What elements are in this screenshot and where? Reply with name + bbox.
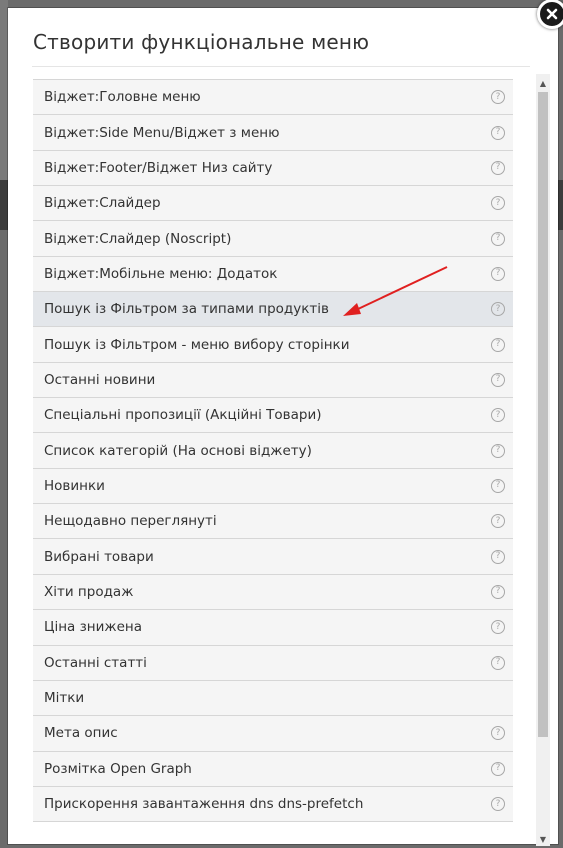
menu-type-item[interactable]: Список категорій (На основі віджету)?	[33, 433, 513, 469]
help-question-icon[interactable]: ?	[491, 584, 505, 599]
help-question-icon[interactable]: ?	[491, 337, 505, 352]
backdrop-left-panel	[0, 0, 8, 180]
create-menu-modal: Створити функціональне меню Віджет:Голов…	[8, 0, 563, 846]
menu-type-label: Останні статті	[44, 654, 147, 671]
scroll-down-arrow-icon[interactable]: ▼	[536, 832, 550, 846]
menu-type-label: Нещодавно переглянуті	[44, 513, 217, 530]
menu-type-label: Останні новини	[44, 371, 156, 388]
help-question-icon[interactable]: ?	[491, 478, 505, 493]
menu-type-label: Віджет:Слайдер (Noscript)	[44, 230, 232, 247]
help-question-icon[interactable]: ?	[491, 549, 505, 564]
backdrop-left-strip	[0, 180, 8, 230]
help-question-icon[interactable]: ?	[491, 655, 505, 670]
menu-type-label: Спеціальні пропозиції (Акційні Товари)	[44, 407, 322, 424]
scroll-up-arrow-icon[interactable]: ▲	[536, 76, 550, 90]
menu-type-label: Розмітка Open Graph	[44, 760, 192, 777]
help-question-icon[interactable]: ?	[491, 160, 505, 175]
menu-type-label: Список категорій (На основі віджету)	[44, 442, 312, 459]
menu-type-label: Віджет:Side Menu/Віджет з меню	[44, 124, 280, 141]
menu-type-label: Віджет:Мобільне меню: Додаток	[44, 265, 278, 282]
help-question-icon[interactable]: ?	[491, 266, 505, 281]
menu-type-item[interactable]: Пошук із Фільтром - меню вибору сторінки…	[33, 327, 513, 363]
help-question-icon[interactable]: ?	[491, 797, 505, 812]
menu-type-item[interactable]: Вибрані товари?	[33, 539, 513, 575]
menu-type-label: Віджет:Головне меню	[44, 89, 201, 106]
menu-type-item[interactable]: Розмітка Open Graph?	[33, 751, 513, 787]
menu-type-item[interactable]: Останні статті?	[33, 645, 513, 681]
menu-type-label: Пошук із Фільтром за типами продуктів	[44, 301, 329, 318]
menu-type-item[interactable]: Віджет:Мобільне меню: Додаток?	[33, 256, 513, 293]
help-question-icon[interactable]: ?	[491, 620, 505, 635]
menu-type-item[interactable]: Спеціальні пропозиції (Акційні Товари)?	[33, 398, 513, 434]
menu-type-label: Ціна знижена	[44, 619, 142, 636]
menu-type-item[interactable]: Хіти продаж?	[33, 574, 513, 611]
list-scrollbar[interactable]: ▲ ▼	[536, 74, 550, 846]
menu-type-item[interactable]: Мета опис?	[33, 716, 513, 752]
menu-type-item[interactable]: Віджет:Side Menu/Віджет з меню?	[33, 115, 513, 151]
menu-type-item[interactable]: Пошук із Фільтром за типами продуктів?	[33, 292, 513, 328]
menu-type-list: Віджет:Головне меню? Віджет:Side Menu/Від…	[33, 79, 513, 845]
menu-type-label: Пошук із Фільтром - меню вибору сторінки	[44, 336, 350, 353]
help-question-icon[interactable]: ?	[491, 231, 505, 246]
menu-type-item[interactable]: Віджет:Footer/Віджет Низ сайту?	[33, 150, 513, 187]
close-icon	[546, 8, 558, 20]
menu-type-item[interactable]: Новинки?	[33, 468, 513, 505]
menu-type-item[interactable]: Віджет:Слайдер?	[33, 186, 513, 222]
menu-type-label: Хіти продаж	[44, 583, 134, 600]
menu-type-label: Прискорення завантаження dns dns-prefetc…	[44, 796, 364, 813]
help-question-icon[interactable]: ?	[491, 514, 505, 529]
help-question-icon[interactable]: ?	[491, 761, 505, 776]
help-question-icon[interactable]: ?	[491, 443, 505, 458]
help-question-icon[interactable]: ?	[491, 372, 505, 387]
help-question-icon[interactable]: ?	[491, 726, 505, 741]
help-question-icon[interactable]: ?	[491, 90, 505, 105]
help-question-icon[interactable]: ?	[491, 196, 505, 211]
menu-type-label: Мета опис	[44, 725, 118, 742]
title-divider	[32, 66, 530, 67]
backdrop-right-strip	[558, 180, 563, 230]
menu-type-label: Віджет:Слайдер	[44, 195, 161, 212]
modal-title: Створити функціональне меню	[33, 30, 370, 54]
menu-type-item[interactable]: Віджет:Головне меню?	[33, 80, 513, 116]
menu-type-label: Віджет:Footer/Віджет Низ сайту	[44, 159, 273, 176]
menu-type-label: Новинки	[44, 477, 105, 494]
help-question-icon[interactable]: ?	[491, 302, 505, 317]
help-question-icon[interactable]: ?	[491, 125, 505, 140]
menu-type-item[interactable]: Прискорення завантаження dns dns-prefetc…	[33, 786, 513, 823]
help-question-icon[interactable]: ?	[491, 408, 505, 423]
scrollbar-thumb[interactable]	[538, 92, 548, 737]
menu-type-item[interactable]: Мітки	[33, 680, 513, 717]
close-button[interactable]	[537, 0, 563, 29]
menu-type-item[interactable]: Ціна знижена?	[33, 610, 513, 646]
menu-type-item[interactable]: Останні новини?	[33, 362, 513, 399]
menu-type-item[interactable]: Нещодавно переглянуті?	[33, 504, 513, 540]
menu-type-label: Вибрані товари	[44, 548, 154, 565]
menu-type-item[interactable]: Віджет:Слайдер (Noscript)?	[33, 221, 513, 257]
menu-type-label: Мітки	[44, 690, 85, 707]
